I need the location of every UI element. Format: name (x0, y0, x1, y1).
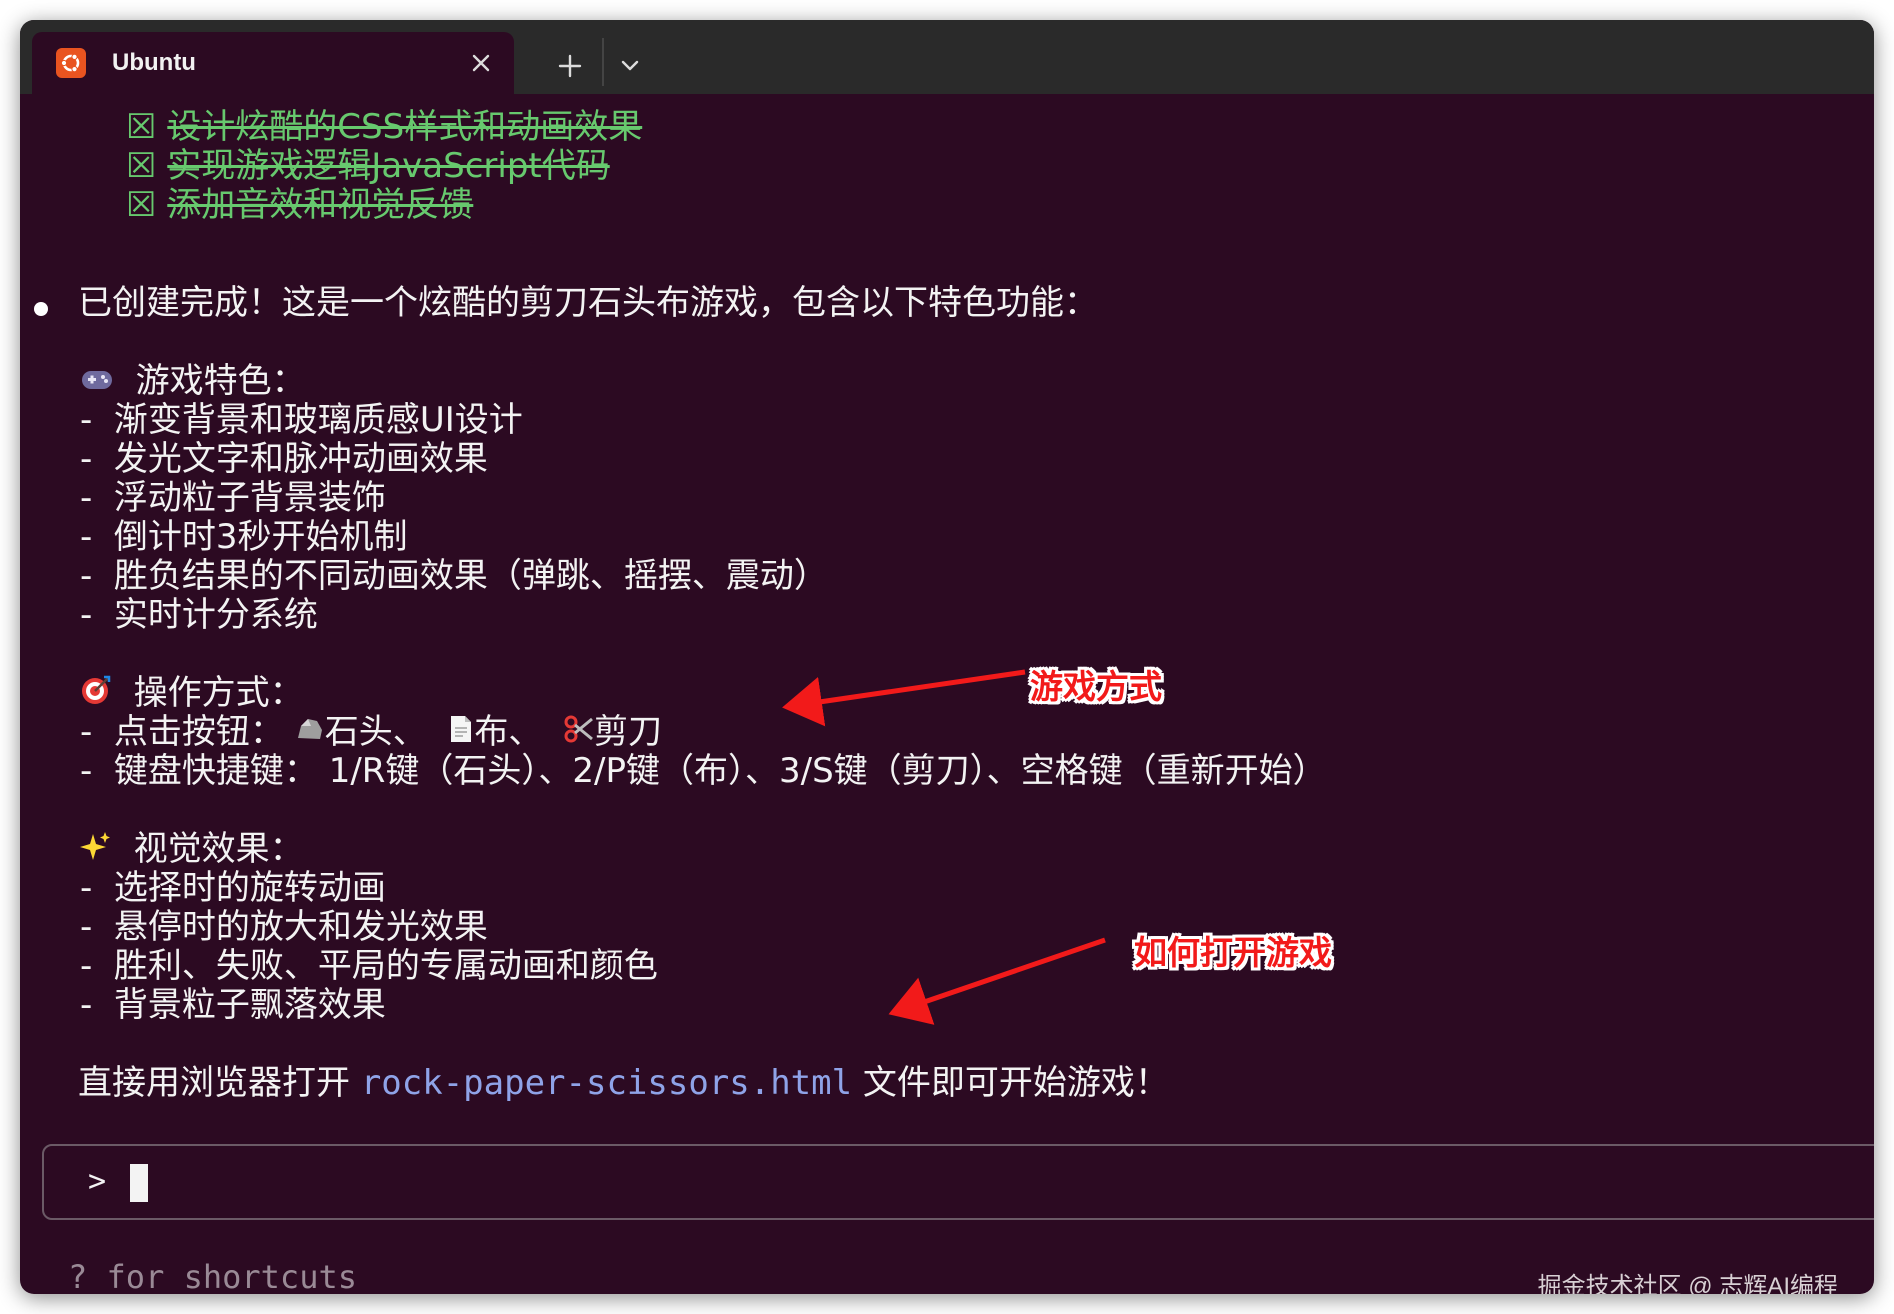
prompt-symbol: > (88, 1164, 107, 1199)
annotation-play-mode: 游戏方式 (1030, 668, 1162, 705)
arrow-how-to-open (888, 937, 1106, 1025)
watermark: 掘金技术社区 @ 志辉AI编程 (1537, 1273, 1838, 1294)
shortcuts-hint: ? for shortcuts (68, 1258, 357, 1294)
annotation-how-to-open: 如何打开游戏 (1134, 934, 1332, 971)
text-cursor (130, 1164, 148, 1202)
arrow-play-mode (782, 669, 1026, 727)
prompt-input[interactable]: > (42, 1144, 1874, 1220)
terminal-window: Ubuntu ☒ 设计炫酷的CSS样式和动画效果 ☒ 实现游戏逻辑JavaScr… (20, 20, 1874, 1294)
annotation-arrows (782, 669, 1106, 1025)
